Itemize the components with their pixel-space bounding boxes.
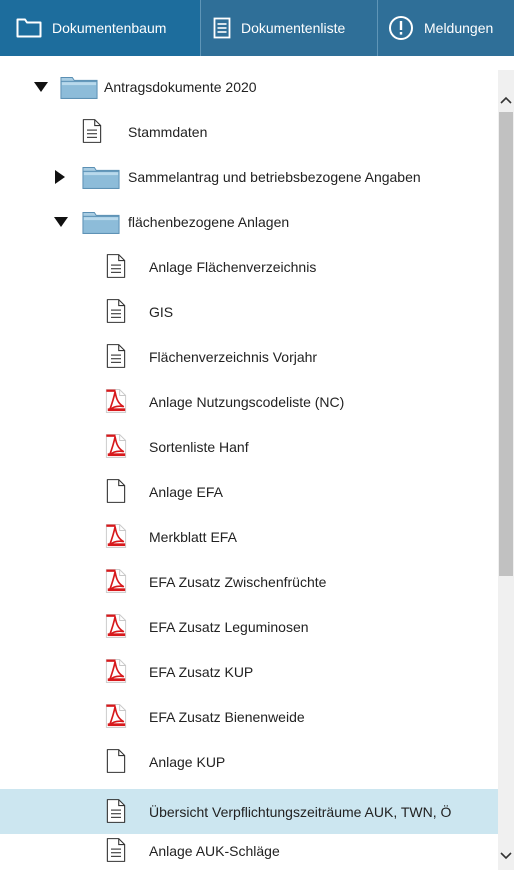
tree-node-stammdaten[interactable]: Stammdaten — [0, 109, 498, 154]
tree-node-sammelantrag[interactable]: Sammelantrag und betriebsbezogene Angabe… — [0, 154, 498, 199]
pdf-icon — [105, 433, 127, 459]
exclamation-circle-icon — [388, 15, 414, 41]
tree-label: EFA Zusatz KUP — [149, 663, 254, 680]
tree-node-anlage-efa[interactable]: Anlage EFA — [0, 469, 498, 514]
document-icon — [106, 343, 126, 369]
tab-dokumentenliste[interactable]: Dokumentenliste — [200, 0, 377, 56]
tree-node-antragsdokumente-2020[interactable]: Antragsdokumente 2020 — [0, 64, 498, 109]
triangle-down-icon[interactable] — [34, 80, 48, 94]
pdf-icon — [105, 523, 127, 549]
tab-label: Dokumentenbaum — [52, 20, 167, 36]
folder-icon — [60, 74, 98, 100]
folder-icon — [82, 164, 120, 190]
tree-label: Antragsdokumente 2020 — [104, 78, 257, 95]
tree-node-gis[interactable]: GIS — [0, 289, 498, 334]
tree-label: EFA Zusatz Bienenweide — [149, 708, 305, 725]
tree-label: Flächenverzeichnis Vorjahr — [149, 348, 318, 365]
pdf-icon — [105, 703, 127, 729]
document-icon — [106, 798, 126, 824]
chevron-down-icon[interactable] — [498, 848, 514, 864]
tree-node-efa-zusatz-zwischenfruechte[interactable]: EFA Zusatz Zwischenfrüchte — [0, 559, 498, 604]
tree-label: Anlage Nutzungscodeliste (NC) — [149, 393, 345, 410]
blank-document-icon — [106, 748, 126, 774]
tree-node-anlage-kup[interactable]: Anlage KUP — [0, 739, 498, 784]
tree-label: EFA Zusatz Zwischenfrüchte — [149, 573, 327, 590]
document-icon — [82, 118, 102, 144]
tree-label: Übersicht Verpflichtungszeiträume AUK, T… — [149, 803, 452, 820]
tree-label: Anlage KUP — [149, 753, 226, 770]
pdf-icon — [105, 658, 127, 684]
vertical-scrollbar[interactable] — [498, 70, 514, 870]
pdf-icon — [105, 388, 127, 414]
tree-label: EFA Zusatz Leguminosen — [149, 618, 309, 635]
tree-label: GIS — [149, 303, 174, 320]
tree-label: Sortenliste Hanf — [149, 438, 249, 455]
chevron-up-icon[interactable] — [498, 92, 514, 108]
tree-node-flaechenverzeichnis-vorjahr[interactable]: Flächenverzeichnis Vorjahr — [0, 334, 498, 379]
tree-label: Merkblatt EFA — [149, 528, 237, 545]
tree-node-anlage-flaechenverzeichnis[interactable]: Anlage Flächenverzeichnis — [0, 244, 498, 289]
tab-bar: Dokumentenbaum Dokumentenliste Meldungen — [0, 0, 514, 56]
document-icon — [106, 298, 126, 324]
tree-label: Stammdaten — [128, 123, 208, 140]
tab-label: Dokumentenliste — [241, 20, 346, 36]
folder-icon — [82, 209, 120, 235]
tree-node-flaechenbezogene-anlagen[interactable]: flächenbezogene Anlagen — [0, 199, 498, 244]
tree-label: Anlage Flächenverzeichnis — [149, 258, 317, 275]
document-icon — [106, 837, 126, 863]
document-tree: Antragsdokumente 2020 Stammdaten Sammela… — [0, 56, 514, 870]
tree-label: Sammelantrag und betriebsbezogene Angabe… — [128, 168, 421, 185]
tab-meldungen[interactable]: Meldungen — [377, 0, 514, 56]
tree-node-merkblatt-efa[interactable]: Merkblatt EFA — [0, 514, 498, 559]
tree-node-efa-zusatz-kup[interactable]: EFA Zusatz KUP — [0, 649, 498, 694]
document-icon — [106, 253, 126, 279]
tree-node-anlage-nutzungscodeliste[interactable]: Anlage Nutzungscodeliste (NC) — [0, 379, 498, 424]
document-list-icon — [213, 17, 231, 39]
folder-icon — [16, 18, 42, 38]
triangle-right-icon[interactable] — [53, 169, 67, 184]
tree-label: Anlage EFA — [149, 483, 223, 500]
scrollbar-thumb[interactable] — [499, 112, 513, 576]
tree-node-sortenliste-hanf[interactable]: Sortenliste Hanf — [0, 424, 498, 469]
tree-label: Anlage AUK-Schläge — [149, 842, 280, 859]
tab-label: Meldungen — [424, 20, 494, 36]
tab-dokumentenbaum[interactable]: Dokumentenbaum — [0, 0, 200, 56]
triangle-down-icon[interactable] — [54, 215, 68, 229]
tree-label: flächenbezogene Anlagen — [128, 213, 290, 230]
pdf-icon — [105, 613, 127, 639]
tree-node-anlage-auk-schlaege[interactable]: Anlage AUK-Schläge — [0, 828, 498, 870]
tree-node-efa-zusatz-bienenweide[interactable]: EFA Zusatz Bienenweide — [0, 694, 498, 739]
pdf-icon — [105, 568, 127, 594]
tree-node-efa-zusatz-leguminosen[interactable]: EFA Zusatz Leguminosen — [0, 604, 498, 649]
blank-document-icon — [106, 478, 126, 504]
